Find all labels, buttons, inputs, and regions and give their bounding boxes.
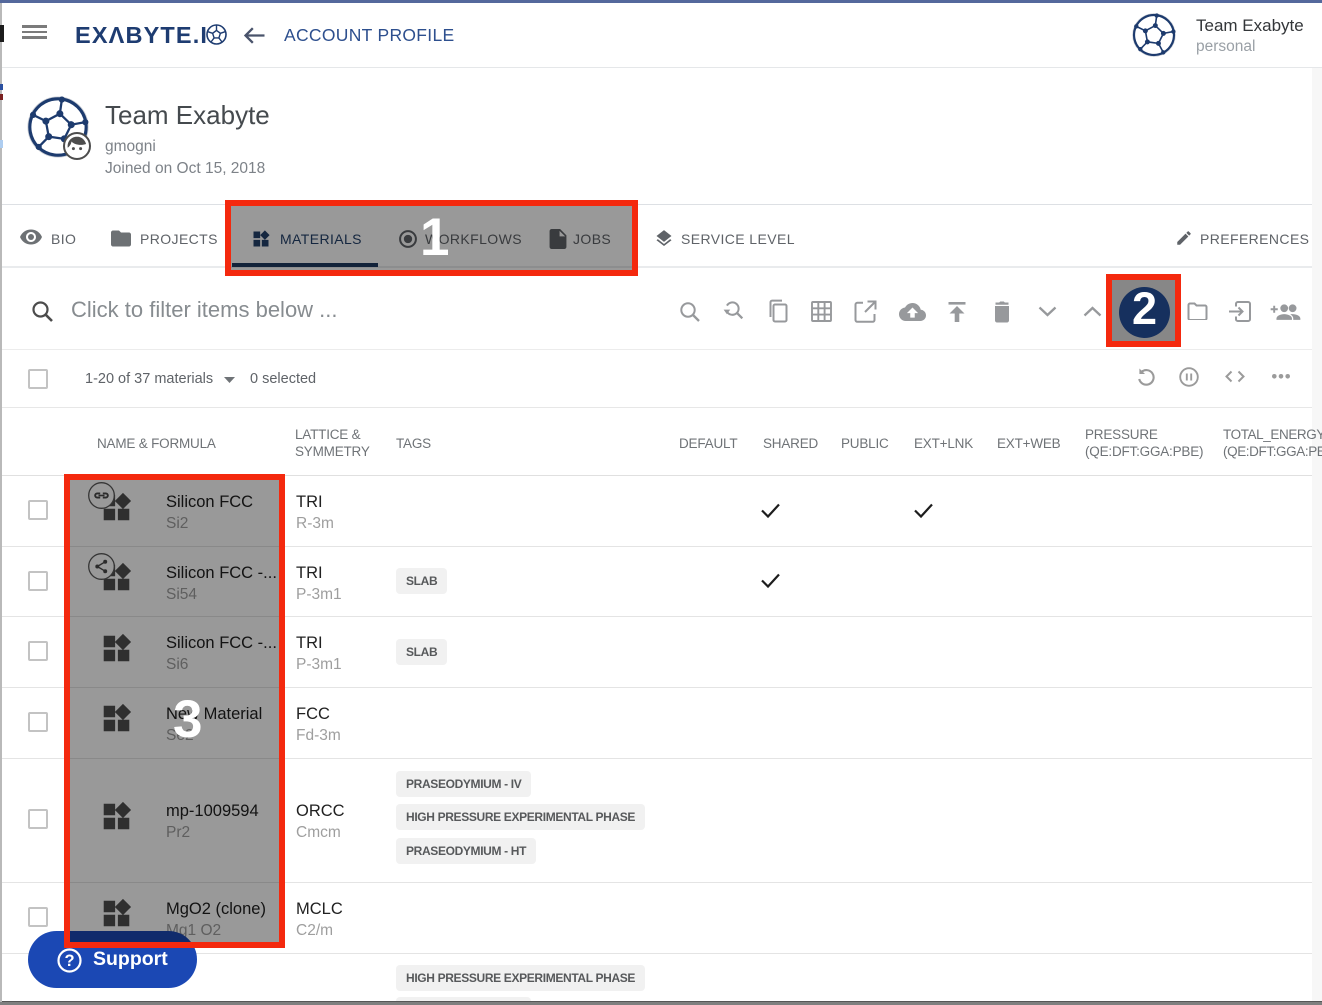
svg-text:?: ? (64, 952, 74, 970)
